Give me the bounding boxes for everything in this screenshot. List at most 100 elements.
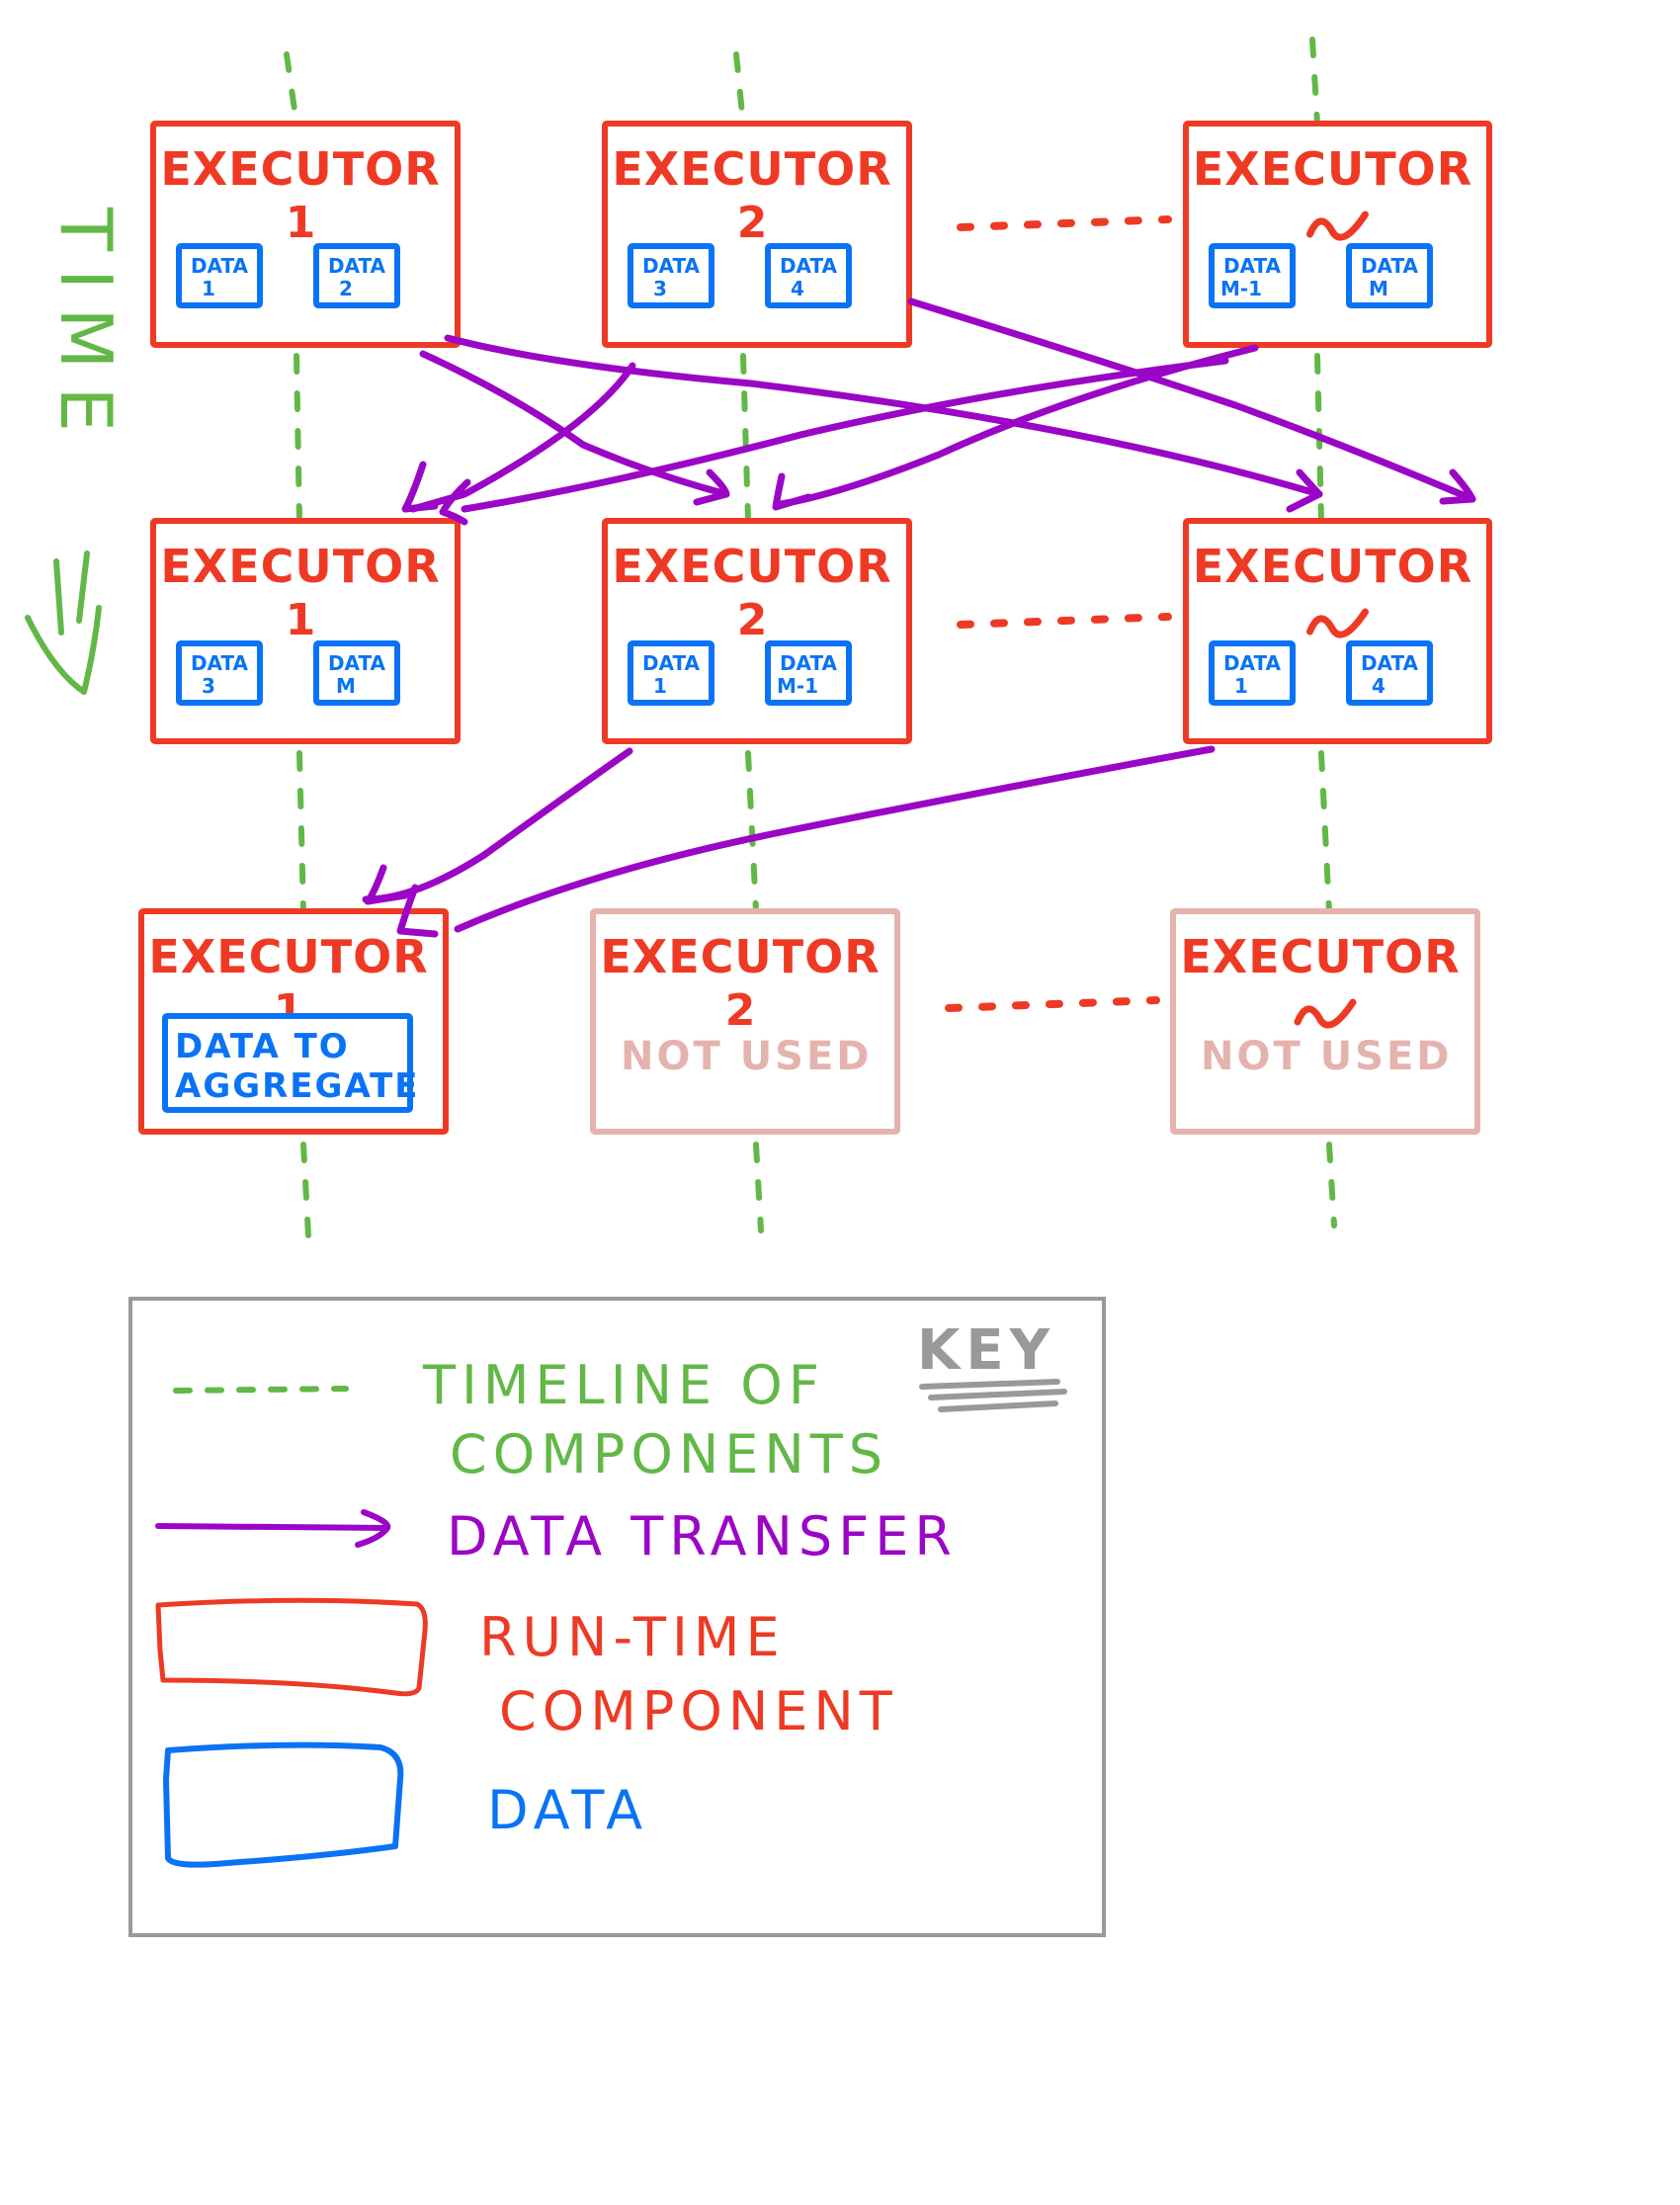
timeline-segment (294, 353, 302, 524)
timeline-segment (1326, 1142, 1337, 1229)
data-label: DATA (191, 651, 249, 675)
transfer-line (454, 745, 1216, 933)
executor-title: EXECUTOR (148, 930, 428, 983)
data-index: M (1369, 277, 1388, 300)
arrow-icon (155, 1509, 391, 1548)
data-index: M (336, 674, 356, 698)
data-index: 2 (339, 277, 353, 300)
key-title-underline-icon (919, 1379, 1067, 1412)
timeline-segment (296, 750, 306, 914)
executor-r3-en: EXECUTORNNOT USED (1170, 908, 1480, 1135)
key-item-data-transfer: DATA TRANSFER (155, 1505, 958, 1568)
timeline-segment (1318, 750, 1332, 914)
data-label: DATA (642, 254, 701, 278)
executor-title: EXECUTOR (612, 540, 891, 593)
data-index: 1 (202, 277, 215, 300)
key-item-label-line2: COMPONENTS (450, 1423, 888, 1485)
executors: EXECUTOR1DATA1DATA2EXECUTOR2DATA3DATA4EX… (138, 121, 1492, 1135)
data-index: 4 (791, 277, 804, 300)
data-index: M-1 (1220, 277, 1262, 300)
key-item-label-line2: COMPONENT (499, 1680, 898, 1742)
data-label: DATA (1361, 254, 1419, 278)
data-index: M-1 (777, 674, 818, 698)
dashed-line-icon (173, 1386, 349, 1394)
ellipsis-dashes (945, 996, 1160, 1012)
key-item-data: DATA (163, 1741, 648, 1868)
executor-status: NOT USED (621, 1034, 873, 1079)
executor-r2-e1: EXECUTOR1DATA3DATAM (150, 518, 461, 744)
arrowhead-icon (364, 864, 409, 905)
data-label: DATA (642, 651, 701, 675)
data-index: 1 (653, 674, 667, 698)
ellipsis-dashes (957, 613, 1172, 629)
data-to-aggregate: DATA TOAGGREGATE (162, 1013, 420, 1113)
executor-number: 1 (286, 198, 316, 248)
data-index: 1 (1234, 674, 1248, 698)
data-index: 4 (1372, 674, 1386, 698)
executor-number: 2 (737, 595, 768, 645)
executor-data-shuffle-diagram: TIME EXECUTOR1DATA1DATA2EXECUTOR2DATA3DA… (25, 37, 1492, 1937)
data-partition: DATA1 (628, 640, 714, 706)
executor-r1-en: EXECUTORNDATAM-1DATAM (1183, 121, 1492, 348)
transfer-line (409, 362, 636, 513)
data-label: DATA (328, 651, 386, 675)
data-partition: DATA4 (765, 243, 852, 308)
arrowhead-icon (439, 478, 471, 526)
data-label: DATA (191, 254, 249, 278)
transfer-arrow (396, 745, 1216, 938)
executor-title: EXECUTOR (1193, 540, 1472, 593)
executor-number: 2 (725, 985, 756, 1036)
time-axis: TIME (25, 207, 127, 695)
ellipsis-dashes (957, 215, 1172, 231)
executor-title: EXECUTOR (1193, 142, 1472, 196)
aggregate-label-line1: DATA TO (175, 1027, 350, 1066)
key-item-label: TIMELINE OF (422, 1354, 825, 1416)
data-partition: DATA1 (176, 243, 263, 308)
executor-r3-e2: EXECUTOR2NOT USED (590, 908, 900, 1135)
executor-title: EXECUTOR (160, 540, 440, 593)
executor-number: 2 (737, 198, 768, 248)
executor-r1-e1: EXECUTOR1DATA1DATA2 (150, 121, 461, 348)
key-item-label: DATA (487, 1779, 648, 1841)
timeline-segment (300, 1142, 311, 1238)
executor-number: N (1319, 198, 1356, 248)
key-legend: KEY TIMELINE OF COMPONENTS DATA TRANSFER… (128, 1297, 1106, 1937)
executor-r1-e2: EXECUTOR2DATA3DATA4 (602, 121, 912, 348)
data-index: 3 (202, 674, 215, 698)
executor-r3-e1: EXECUTOR1DATA TOAGGREGATE (138, 908, 449, 1135)
timeline-segment (753, 1142, 764, 1233)
executor-number: N (1319, 595, 1356, 645)
data-partition: DATA1 (1209, 640, 1296, 706)
key-item-runtime-component: RUN-TIME COMPONENT (155, 1597, 898, 1742)
executor-title: EXECUTOR (600, 930, 880, 983)
data-partition: DATAM (313, 640, 400, 706)
executor-title: EXECUTOR (612, 142, 891, 196)
blue-box-icon (163, 1741, 404, 1868)
data-label: DATA (780, 254, 838, 278)
time-axis-label: TIME (44, 207, 127, 450)
executor-r2-e2: EXECUTOR2DATA1DATAM-1 (602, 518, 912, 744)
key-item-label: DATA TRANSFER (447, 1505, 958, 1568)
data-index: 3 (653, 277, 667, 300)
data-partition: DATAM (1346, 243, 1433, 308)
data-partition: DATA2 (313, 243, 400, 308)
data-partition: DATA4 (1346, 640, 1433, 706)
data-label: DATA (1361, 651, 1419, 675)
time-direction-arrow-icon (25, 551, 102, 695)
timeline-segment (745, 750, 759, 914)
aggregate-label-line2: AGGREGATE (175, 1066, 420, 1106)
data-partition: DATA3 (628, 243, 714, 308)
timeline-segment (284, 51, 299, 127)
executor-number: 1 (286, 595, 316, 645)
data-partition: DATAM-1 (765, 640, 852, 706)
timeline-segment (733, 51, 746, 127)
key-title: KEY (917, 1318, 1055, 1383)
executor-r2-en: EXECUTORNDATA1DATA4 (1183, 518, 1492, 744)
executor-title: EXECUTOR (1180, 930, 1460, 983)
executor-title: EXECUTOR (160, 142, 440, 196)
red-box-icon (155, 1597, 428, 1697)
data-partition: DATAM-1 (1209, 243, 1296, 308)
executor-number: N (1307, 985, 1344, 1036)
executor-status: NOT USED (1201, 1034, 1453, 1079)
ellipses (945, 215, 1172, 1012)
